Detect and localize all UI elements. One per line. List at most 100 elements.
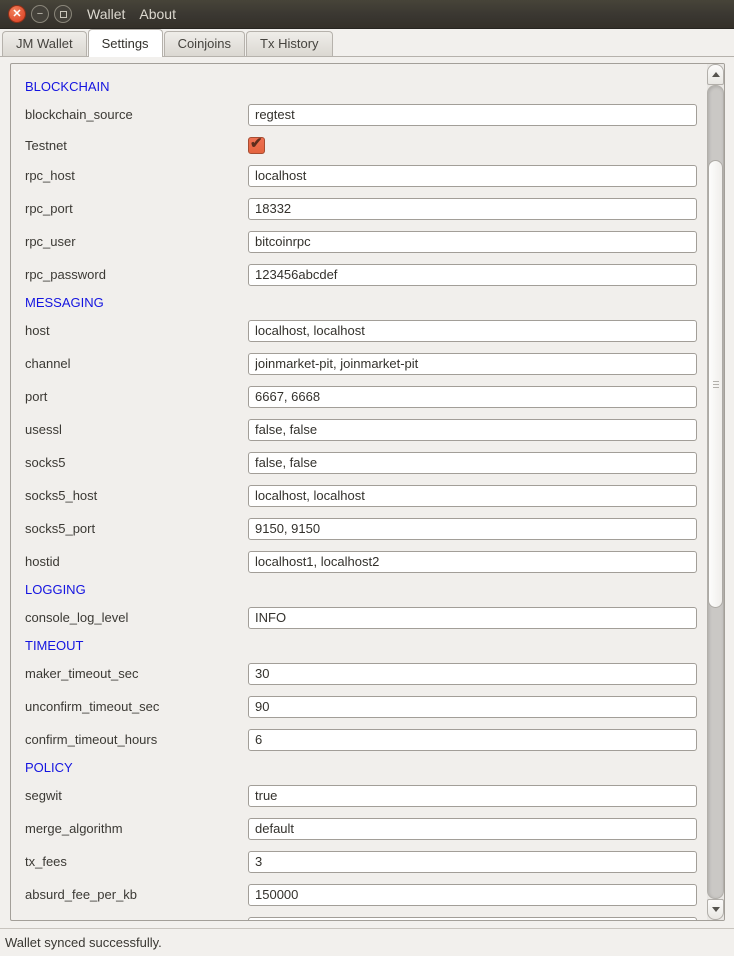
- settings-row: absurd_fee_per_kb: [25, 878, 705, 911]
- thumb-grip: [713, 387, 719, 388]
- field-label: hostid: [25, 554, 248, 569]
- titlebar: ✕ − Wallet About: [0, 0, 734, 29]
- thumb-grip: [713, 384, 719, 385]
- field-label: tx_fees: [25, 854, 248, 869]
- rpc_port-input[interactable]: [248, 198, 697, 220]
- rpc_host-input[interactable]: [248, 165, 697, 187]
- arrow-up-icon: [712, 72, 720, 77]
- settings-row: rpc_user: [25, 225, 705, 258]
- field-label: segwit: [25, 788, 248, 803]
- field-label: maker_timeout_sec: [25, 666, 248, 681]
- segwit-input[interactable]: [248, 785, 697, 807]
- field-label: usessl: [25, 422, 248, 437]
- socks5_port-input[interactable]: [248, 518, 697, 540]
- tx_fees-input[interactable]: [248, 851, 697, 873]
- field-label: Testnet: [25, 138, 248, 153]
- field-label: rpc_user: [25, 234, 248, 249]
- merge_algorithm-input[interactable]: [248, 818, 697, 840]
- close-icon[interactable]: ✕: [8, 5, 26, 23]
- socks5-input[interactable]: [248, 452, 697, 474]
- tab-bar: JM Wallet Settings Coinjoins Tx History: [0, 29, 734, 57]
- settings-row: segwit: [25, 779, 705, 812]
- settings-row: channel: [25, 347, 705, 380]
- field-label: blockchain_source: [25, 107, 248, 122]
- settings-row: socks5_host: [25, 479, 705, 512]
- field-label: host: [25, 323, 248, 338]
- settings-row: rpc_password: [25, 258, 705, 291]
- arrow-down-icon: [712, 907, 720, 912]
- checkmark-icon: ✔: [250, 134, 263, 152]
- field-label: unconfirm_timeout_sec: [25, 699, 248, 714]
- field-label: socks5_port: [25, 521, 248, 536]
- section-header-policy: POLICY: [25, 756, 705, 779]
- section-header-timeout: TIMEOUT: [25, 634, 705, 657]
- tab-coinjoins[interactable]: Coinjoins: [164, 31, 245, 56]
- settings-row: socks5: [25, 446, 705, 479]
- settings-row: usessl: [25, 413, 705, 446]
- tab-tx-history[interactable]: Tx History: [246, 31, 333, 56]
- settings-row: hostid: [25, 545, 705, 578]
- section-header-blockchain: BLOCKCHAIN: [25, 75, 705, 98]
- settings-row: tx_fees: [25, 845, 705, 878]
- settings-row: maker_timeout_sec: [25, 657, 705, 690]
- field-label: socks5_host: [25, 488, 248, 503]
- maximize-square: [60, 11, 67, 18]
- absurd_fee_per_kb-input[interactable]: [248, 884, 697, 906]
- settings-pane: BLOCKCHAIN blockchain_source Testnet ✔ r…: [0, 57, 734, 956]
- next-setting-input[interactable]: [248, 917, 697, 922]
- settings-row-partial: [25, 911, 705, 921]
- settings-row: console_log_level: [25, 601, 705, 634]
- menu-wallet[interactable]: Wallet: [87, 6, 125, 22]
- scrollbar-down-button[interactable]: [707, 899, 724, 920]
- channel-input[interactable]: [248, 353, 697, 375]
- field-label: absurd_fee_per_kb: [25, 887, 248, 902]
- scrollbar-up-button[interactable]: [707, 64, 724, 85]
- minimize-icon[interactable]: −: [31, 5, 49, 23]
- scrollbar-thumb[interactable]: [708, 160, 723, 608]
- field-label: merge_algorithm: [25, 821, 248, 836]
- settings-row: merge_algorithm: [25, 812, 705, 845]
- testnet-checkbox[interactable]: ✔: [248, 137, 265, 154]
- settings-row: Testnet ✔: [25, 131, 705, 159]
- settings-row: port: [25, 380, 705, 413]
- maximize-icon[interactable]: [54, 5, 72, 23]
- settings-row: socks5_port: [25, 512, 705, 545]
- settings-row: blockchain_source: [25, 98, 705, 131]
- thumb-grip: [713, 381, 719, 382]
- hostid-input[interactable]: [248, 551, 697, 573]
- settings-row: unconfirm_timeout_sec: [25, 690, 705, 723]
- field-label: port: [25, 389, 248, 404]
- settings-scroll-area: BLOCKCHAIN blockchain_source Testnet ✔ r…: [10, 63, 725, 921]
- app-window: ✕ − Wallet About JM Wallet Settings Coin…: [0, 0, 734, 956]
- tab-jm-wallet[interactable]: JM Wallet: [2, 31, 87, 56]
- settings-row: host: [25, 314, 705, 347]
- field-label: channel: [25, 356, 248, 371]
- maker_timeout_sec-input[interactable]: [248, 663, 697, 685]
- rpc_user-input[interactable]: [248, 231, 697, 253]
- socks5_host-input[interactable]: [248, 485, 697, 507]
- field-label: socks5: [25, 455, 248, 470]
- section-header-logging: LOGGING: [25, 578, 705, 601]
- field-label: rpc_host: [25, 168, 248, 183]
- blockchain_source-input[interactable]: [248, 104, 697, 126]
- unconfirm_timeout_sec-input[interactable]: [248, 696, 697, 718]
- port-input[interactable]: [248, 386, 697, 408]
- status-message: Wallet synced successfully.: [5, 935, 162, 950]
- field-label: console_log_level: [25, 610, 248, 625]
- settings-row: rpc_port: [25, 192, 705, 225]
- host-input[interactable]: [248, 320, 697, 342]
- rpc_password-input[interactable]: [248, 264, 697, 286]
- settings-row: confirm_timeout_hours: [25, 723, 705, 756]
- usessl-input[interactable]: [248, 419, 697, 441]
- field-label: rpc_port: [25, 201, 248, 216]
- vertical-scrollbar: [707, 64, 724, 920]
- menu-about[interactable]: About: [139, 6, 176, 22]
- console_log_level-input[interactable]: [248, 607, 697, 629]
- confirm_timeout_hours-input[interactable]: [248, 729, 697, 751]
- field-label: rpc_password: [25, 267, 248, 282]
- settings-row: rpc_host: [25, 159, 705, 192]
- scrollbar-track[interactable]: [707, 85, 724, 899]
- settings-form: BLOCKCHAIN blockchain_source Testnet ✔ r…: [11, 64, 705, 921]
- status-bar: Wallet synced successfully.: [0, 928, 734, 956]
- tab-settings[interactable]: Settings: [88, 29, 163, 57]
